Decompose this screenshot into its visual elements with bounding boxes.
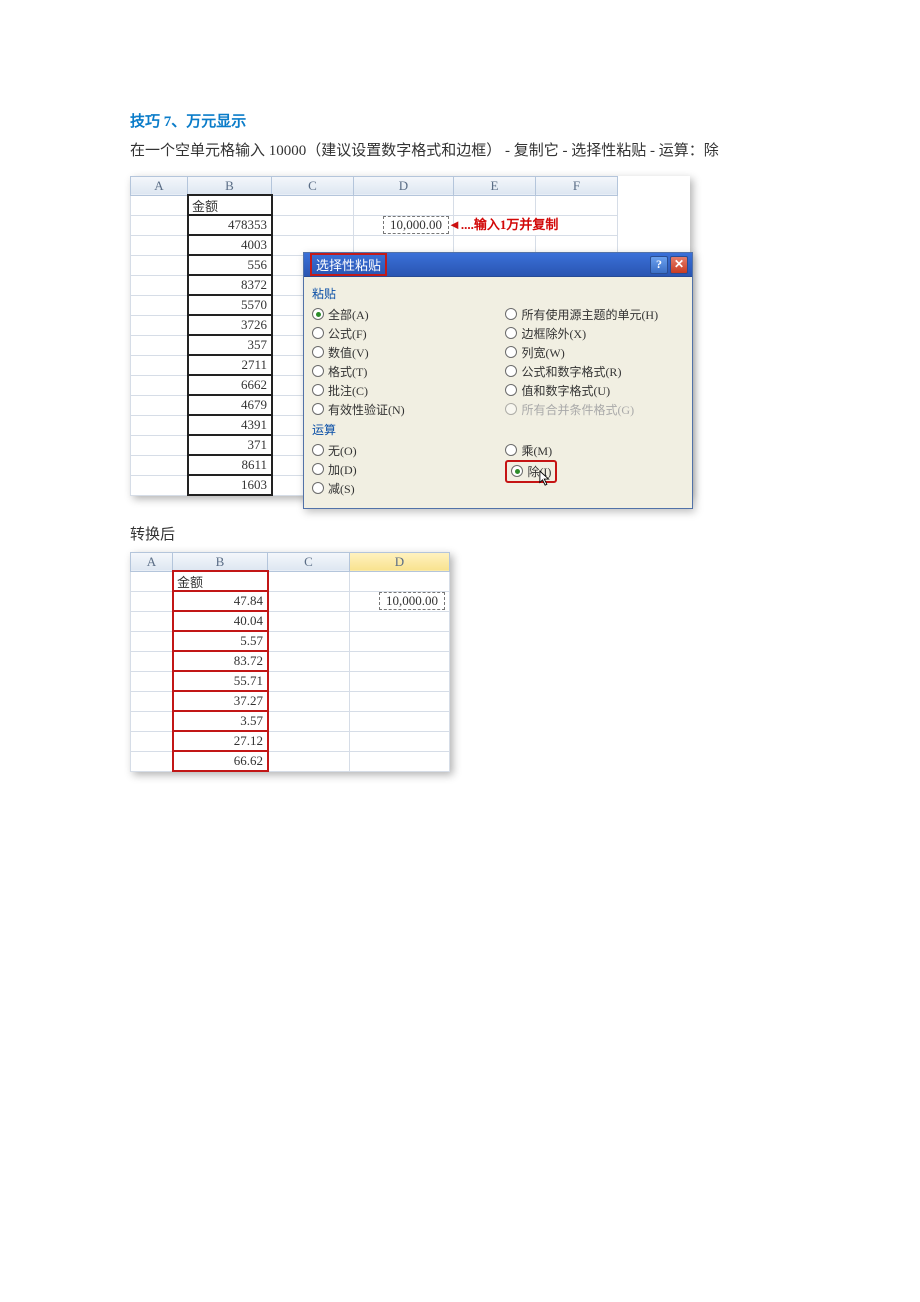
cell2-B-header[interactable]: 金额	[173, 571, 268, 591]
cell2-B-value[interactable]: 55.71	[173, 671, 268, 691]
cell2-B-value[interactable]: 3.57	[173, 711, 268, 731]
cell-B-value[interactable]: 556	[188, 255, 272, 275]
cell-B-value[interactable]: 1603	[188, 475, 272, 495]
radio-paste-format[interactable]: 格式(T)	[312, 362, 505, 381]
radio-paste-comment[interactable]: 批注(C)	[312, 381, 505, 400]
group-op-label: 运算	[312, 421, 684, 438]
cell-B-value[interactable]: 8611	[188, 455, 272, 475]
cell2-B-value[interactable]: 5.57	[173, 631, 268, 651]
radio-op-div[interactable]	[511, 465, 523, 477]
col-header-C[interactable]: C	[272, 176, 354, 195]
col-header-B[interactable]: B	[188, 176, 272, 195]
cell-B-value[interactable]: 4679	[188, 395, 272, 415]
group-paste-label: 粘贴	[312, 285, 684, 302]
radio-paste-all[interactable]: 全部(A)	[312, 305, 505, 324]
dialog-titlebar[interactable]: 选择性粘贴 ? ✕	[304, 253, 692, 277]
spreadsheet-after: A B C D 金额 47.84 10,000.00 40.04 5.57 83…	[130, 552, 450, 772]
after-label: 转换后	[130, 523, 790, 544]
col-header-D[interactable]: D	[354, 176, 454, 195]
radio-op-mul[interactable]: 乘(M)	[505, 441, 684, 460]
radio-paste-mergecond: 所有合并条件格式(G)	[505, 400, 684, 419]
cell-B-value[interactable]: 2711	[188, 355, 272, 375]
cell-B-value[interactable]: 4391	[188, 415, 272, 435]
tip-title: 技巧 7、万元显示	[130, 110, 790, 131]
cell2-B-value[interactable]: 27.12	[173, 731, 268, 751]
cell-B-value[interactable]: 357	[188, 335, 272, 355]
cell-D-marching[interactable]: 10,000.00	[354, 215, 454, 235]
col2-header-D[interactable]: D	[350, 552, 450, 571]
radio-paste-formnum[interactable]: 公式和数字格式(R)	[505, 362, 684, 381]
paste-special-dialog: 选择性粘贴 ? ✕ 粘贴 全部(A) 公式(F) 数值(V) 格式(T) 批注(…	[303, 252, 693, 509]
radio-paste-theme[interactable]: 所有使用源主题的单元(H)	[505, 305, 684, 324]
cell2-B-value[interactable]: 40.04	[173, 611, 268, 631]
close-icon[interactable]: ✕	[670, 256, 688, 274]
cell2-B-value[interactable]: 37.27	[173, 691, 268, 711]
col2-header-C[interactable]: C	[268, 552, 350, 571]
radio-op-sub[interactable]: 减(S)	[312, 479, 505, 498]
radio-paste-formula[interactable]: 公式(F)	[312, 324, 505, 343]
radio-op-add[interactable]: 加(D)	[312, 460, 505, 479]
cell2-B-value[interactable]: 47.84	[173, 591, 268, 611]
cell-B-value[interactable]: 3726	[188, 315, 272, 335]
cell2-B-value[interactable]: 83.72	[173, 651, 268, 671]
radio-paste-valnum[interactable]: 值和数字格式(U)	[505, 381, 684, 400]
cell-B-value[interactable]: 8372	[188, 275, 272, 295]
radio-paste-noborder[interactable]: 边框除外(X)	[505, 324, 684, 343]
cursor-icon	[539, 470, 553, 488]
col2-header-A[interactable]: A	[131, 552, 173, 571]
col-header-A[interactable]: A	[131, 176, 188, 195]
cell2-B-value[interactable]: 66.62	[173, 751, 268, 771]
col-header-F[interactable]: F	[536, 176, 618, 195]
dialog-title: 选择性粘贴	[310, 253, 387, 276]
col-header-E[interactable]: E	[454, 176, 536, 195]
radio-paste-validation[interactable]: 有效性验证(N)	[312, 400, 505, 419]
radio-paste-value[interactable]: 数值(V)	[312, 343, 505, 362]
cell-B-value[interactable]: 371	[188, 435, 272, 455]
cell-B-header[interactable]: 金额	[188, 195, 272, 215]
radio-op-none[interactable]: 无(O)	[312, 441, 505, 460]
screenshot-after: A B C D 金额 47.84 10,000.00 40.04 5.57 83…	[130, 552, 450, 772]
cell-B-value[interactable]: 478353	[188, 215, 272, 235]
cell-B-value[interactable]: 4003	[188, 235, 272, 255]
annotation-arrow: ◄....输入1万并复制	[448, 214, 558, 233]
cell2-D-marching[interactable]: 10,000.00	[350, 591, 450, 611]
help-icon[interactable]: ?	[650, 256, 668, 274]
instruction-text: 在一个空单元格输入 10000（建议设置数字格式和边框） - 复制它 - 选择性…	[130, 137, 790, 166]
screenshot-before: A B C D E F 金额 478353 10,000.00 ◄....输入1…	[130, 176, 690, 496]
col2-header-B[interactable]: B	[173, 552, 268, 571]
radio-paste-colwidth[interactable]: 列宽(W)	[505, 343, 684, 362]
cell-B-value[interactable]: 5570	[188, 295, 272, 315]
cell-B-value[interactable]: 6662	[188, 375, 272, 395]
